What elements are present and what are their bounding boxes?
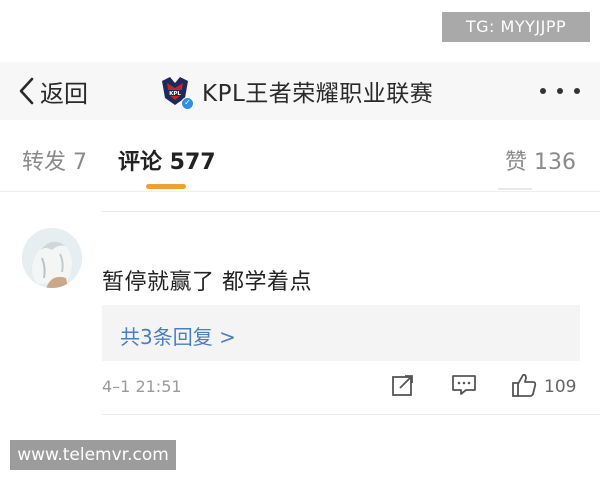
tab-divider: [498, 188, 532, 190]
view-replies-link[interactable]: 共3条回复 >: [120, 321, 236, 350]
comment-timestamp: 4–1 21:51: [102, 377, 182, 396]
back-label: 返回: [40, 79, 88, 108]
kpl-logo-icon: KPL ✓: [158, 74, 194, 110]
tab-like[interactable]: 赞 136: [505, 144, 576, 176]
reply-button[interactable]: [450, 372, 478, 402]
more-dot-icon: [557, 88, 563, 94]
back-button[interactable]: 返回: [16, 74, 88, 108]
more-dot-icon: [574, 88, 580, 94]
page-title: KPL王者荣耀职业联赛: [202, 81, 434, 107]
share-icon: [390, 372, 416, 402]
tab-repost[interactable]: 转发 7: [22, 144, 87, 176]
more-options-button[interactable]: [540, 76, 580, 106]
account-title[interactable]: KPL ✓ KPL王者荣耀职业联赛: [158, 74, 434, 110]
chevron-left-icon: [16, 76, 38, 106]
active-tab-indicator: [146, 184, 186, 189]
user-avatar[interactable]: [22, 228, 82, 288]
comment-text: 暂停就赢了 都学着点: [102, 270, 312, 295]
tab-bar: 转发 7 评论 577 赞 136: [0, 122, 600, 192]
navbar: 返回 KPL ✓ KPL王者荣耀职业联赛: [0, 62, 600, 120]
like-button[interactable]: 109: [510, 372, 576, 402]
watermark-top: TG: MYYJJPP: [442, 12, 590, 42]
svg-text:KPL: KPL: [169, 91, 181, 97]
share-button[interactable]: [390, 372, 416, 402]
tab-comment[interactable]: 评论 577: [118, 144, 216, 176]
divider: [102, 211, 600, 212]
comment-icon: [450, 372, 478, 402]
divider: [102, 414, 600, 415]
more-dot-icon: [540, 88, 546, 94]
thumbs-up-icon: [510, 371, 538, 403]
verified-badge-icon: ✓: [181, 97, 194, 110]
reply-box[interactable]: 共3条回复 >: [102, 305, 580, 361]
like-count: 109: [544, 377, 577, 397]
watermark-bottom: www.telemvr.com: [10, 440, 176, 470]
